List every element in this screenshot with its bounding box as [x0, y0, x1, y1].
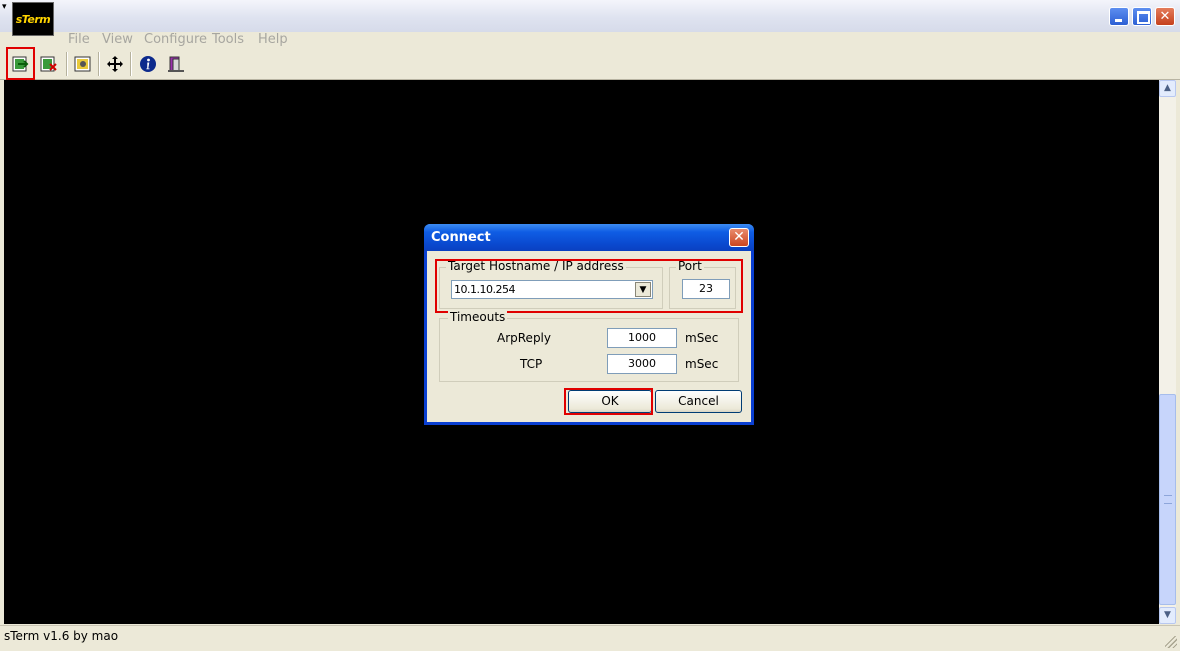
- system-menu-arrow-icon[interactable]: ▾: [2, 2, 12, 12]
- scroll-up-button[interactable]: ▲: [1159, 80, 1176, 97]
- menu-tools[interactable]: Tools: [212, 32, 244, 47]
- status-bar: sTerm v1.6 by mao: [0, 625, 1180, 651]
- menu-bar: File View Configure Tools Help: [0, 32, 1180, 49]
- dialog-title: Connect: [431, 230, 491, 245]
- arp-reply-input[interactable]: 1000: [607, 328, 677, 348]
- scroll-thumb[interactable]: [1159, 394, 1176, 605]
- close-button[interactable]: ✕: [1155, 7, 1175, 26]
- tcp-input[interactable]: 3000: [607, 354, 677, 374]
- toolbar-separator: [98, 52, 100, 76]
- ok-button-highlight: [564, 388, 653, 415]
- title-bar: ▾ sTerm ✕: [0, 0, 1180, 36]
- dialog-title-bar[interactable]: Connect ✕: [424, 224, 754, 251]
- settings-icon: [74, 56, 91, 72]
- app-logo[interactable]: sTerm: [12, 2, 54, 36]
- tcp-unit-label: mSec: [685, 357, 719, 371]
- maximize-button[interactable]: [1132, 7, 1152, 26]
- toolbar-separator: [66, 52, 68, 76]
- exit-button[interactable]: [166, 54, 186, 74]
- toolbar-separator: [130, 52, 132, 76]
- status-text: sTerm v1.6 by mao: [4, 629, 119, 643]
- cancel-button[interactable]: Cancel: [655, 390, 742, 413]
- arp-reply-label: ArpReply: [497, 331, 551, 345]
- connect-button-highlight: [6, 47, 35, 80]
- info-icon: [140, 56, 156, 72]
- menu-help[interactable]: Help: [258, 32, 288, 47]
- tcp-label: TCP: [520, 357, 543, 371]
- scroll-down-button[interactable]: ▼: [1159, 607, 1176, 624]
- timeouts-group-label: Timeouts: [448, 310, 508, 324]
- disconnect-icon: [40, 56, 57, 72]
- info-button[interactable]: [138, 54, 158, 74]
- arp-unit-label: mSec: [685, 331, 719, 345]
- minimize-button[interactable]: [1109, 7, 1129, 26]
- disconnect-button[interactable]: [39, 54, 59, 74]
- timeouts-group: Timeouts ArpReply 1000 mSec TCP 3000 mSe…: [439, 310, 739, 382]
- host-port-highlight: [435, 259, 743, 313]
- menu-file[interactable]: File: [68, 32, 90, 47]
- resize-grip-icon[interactable]: [1165, 636, 1177, 648]
- connect-dialog: Connect ✕ Target Hostname / IP address 1…: [424, 224, 754, 425]
- vertical-scrollbar[interactable]: ▲ ▼: [1159, 80, 1176, 624]
- scroll-grip-icon: [1164, 495, 1172, 504]
- settings-button[interactable]: [73, 54, 93, 74]
- move-button[interactable]: [105, 54, 125, 74]
- menu-view[interactable]: View: [102, 32, 133, 47]
- toolbar: [0, 49, 1180, 80]
- menu-configure[interactable]: Configure: [144, 32, 207, 47]
- exit-icon: [168, 56, 184, 72]
- move-icon: [107, 56, 123, 72]
- app-logo-text: sTerm: [15, 12, 51, 26]
- dialog-close-button[interactable]: ✕: [729, 228, 749, 247]
